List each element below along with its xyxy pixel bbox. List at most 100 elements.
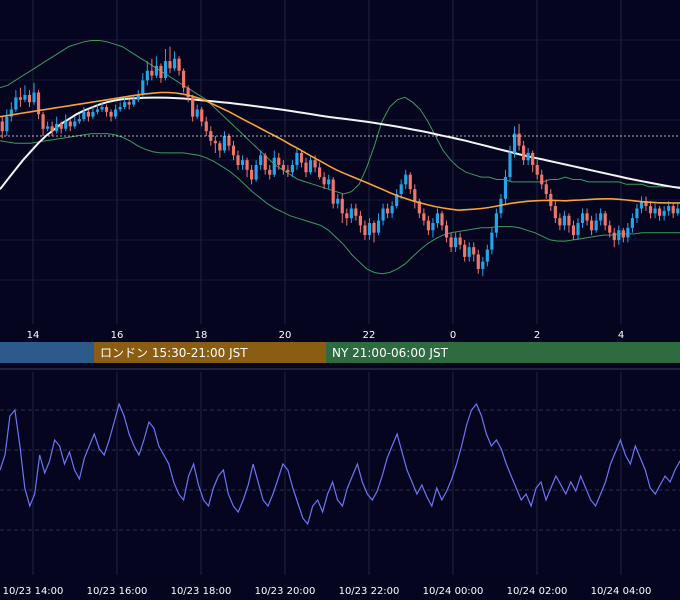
session-tokyo	[0, 342, 94, 363]
candle-body	[318, 167, 322, 178]
candle-body	[503, 177, 508, 199]
candle-body	[544, 184, 548, 194]
candle-body	[259, 155, 263, 165]
candle-body	[626, 227, 630, 238]
candle-body	[141, 80, 145, 95]
candle-body	[422, 213, 426, 221]
candle-body	[236, 155, 240, 165]
candle-body	[449, 237, 453, 248]
candle-body	[295, 152, 299, 165]
candle-body	[50, 126, 54, 132]
candle-body	[345, 213, 349, 219]
candle-body	[508, 152, 512, 178]
candle-body	[363, 225, 367, 236]
session-bar: ロンドン 15:30-21:00 JST NY 21:00-06:00 JST	[0, 342, 680, 363]
candle-body	[367, 223, 372, 236]
candle-body	[621, 230, 625, 238]
candle-body	[358, 215, 362, 226]
candle-body	[331, 179, 335, 204]
candle-body	[313, 160, 317, 168]
candle-body	[245, 160, 249, 170]
main-x-tick-label: 2	[534, 330, 540, 341]
candle-body	[648, 206, 653, 214]
candle-body	[18, 97, 22, 100]
candle-body	[168, 61, 172, 69]
candle-body	[163, 61, 168, 78]
candle-body	[522, 145, 526, 161]
candle-body	[227, 136, 231, 146]
candle-body	[272, 157, 276, 175]
candle-body	[676, 208, 680, 214]
candle-body	[494, 213, 498, 233]
candle-body	[177, 58, 181, 71]
candle-body	[299, 152, 304, 163]
osc-x-tick-label: 10/24 04:00	[591, 586, 652, 597]
osc-x-tick-label: 10/24 00:00	[423, 586, 484, 597]
candle-body	[571, 225, 576, 236]
candle-body	[426, 220, 430, 231]
candle-body	[390, 206, 394, 214]
candle-body	[463, 244, 467, 257]
candle-body	[268, 169, 272, 175]
candle-body	[354, 208, 358, 216]
candle-body	[413, 189, 417, 202]
candle-body	[68, 121, 72, 127]
candle-body	[517, 133, 521, 146]
candle-body	[662, 210, 666, 216]
candle-body	[59, 123, 63, 129]
osc-x-tick-label: 10/24 02:00	[507, 586, 568, 597]
candle-body	[132, 99, 136, 105]
candle-body	[531, 152, 535, 165]
candle-body	[603, 213, 607, 226]
candle-body	[526, 152, 530, 161]
candle-body	[404, 174, 408, 185]
candle-body	[145, 70, 149, 81]
candle-body	[286, 169, 290, 173]
candle-body	[567, 215, 571, 226]
forex-chart: 14 16 18 20 22 0 2 4 ロンドン 15:30-21:00 JST NY 21…	[0, 0, 680, 600]
candle-body	[399, 184, 403, 194]
candle-body	[191, 97, 195, 117]
candle-body	[213, 140, 217, 144]
candle-body	[553, 206, 557, 219]
candle-body	[340, 198, 344, 214]
candle-body	[435, 213, 440, 223]
candle-body	[204, 121, 208, 132]
candle-body	[308, 160, 313, 173]
candle-body	[336, 198, 340, 204]
candle-body	[558, 218, 562, 226]
main-x-tick-label: 14	[27, 330, 40, 341]
candle-body	[172, 58, 177, 69]
candle-body	[14, 97, 18, 110]
candle-body	[100, 107, 104, 110]
candle-body	[250, 169, 254, 180]
candle-body	[218, 143, 222, 151]
candle-body	[123, 102, 127, 107]
candle-body	[635, 208, 639, 219]
candle-body	[476, 254, 480, 269]
candle-body	[590, 220, 594, 231]
candle-body	[55, 123, 59, 132]
candle-body	[472, 247, 476, 255]
candle-body	[381, 208, 385, 221]
candle-body	[182, 70, 186, 88]
candle-body	[658, 208, 662, 216]
candle-body	[617, 230, 621, 240]
candle-body	[86, 111, 90, 117]
candle-body	[304, 162, 308, 173]
candle-body	[114, 109, 118, 117]
candle-body	[5, 116, 9, 132]
candle-body	[608, 225, 612, 233]
candle-body	[159, 65, 163, 78]
candle-body	[576, 223, 580, 236]
osc-x-tick-label: 10/23 18:00	[171, 586, 232, 597]
candle-body	[599, 213, 603, 221]
candle-body	[77, 119, 81, 122]
main-x-tick-label: 4	[618, 330, 624, 341]
candle-body	[32, 92, 36, 103]
candle-body	[127, 102, 131, 105]
candle-body	[562, 215, 566, 226]
candle-body	[82, 111, 86, 120]
candle-body	[440, 213, 444, 226]
candle-body	[612, 232, 616, 240]
